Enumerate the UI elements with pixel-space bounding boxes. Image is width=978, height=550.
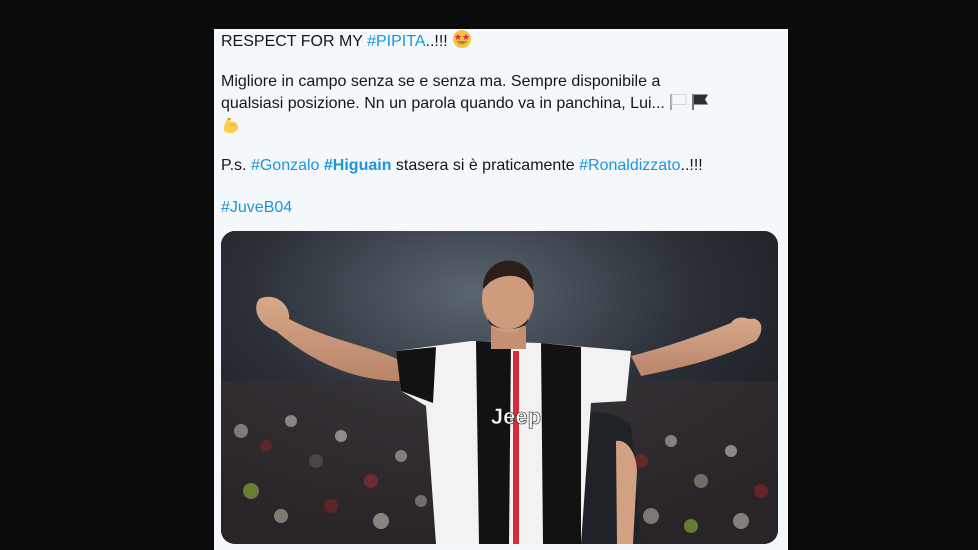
hashtag-pipita[interactable]: #PIPITA [367,33,425,50]
line1-prefix: RESPECT FOR MY [221,33,368,50]
tweet-line-2: Migliore in campo senza se e senza ma. S… [221,73,661,90]
tweet-line-4 [221,115,241,142]
hashtag-gonzalo[interactable]: #Gonzalo [251,157,320,174]
black-flag-icon [691,93,711,118]
star-struck-icon [452,29,472,56]
ps-prefix: P.s. [221,157,251,174]
hashtag-higuain[interactable]: #Higuain [324,157,392,174]
tweet-ps-line: P.s. #Gonzalo #Higuain stasera si è prat… [221,155,703,177]
tweet-photo[interactable]: Jeep [221,231,778,544]
tweet-line-1: RESPECT FOR MY #PIPITA..!!! [221,29,472,56]
player-celebration-photo: Jeep [221,231,778,544]
line1-suffix: ..!!! [425,33,453,50]
ps-suffix: ..!!! [680,157,703,174]
jersey-sponsor: Jeep [491,404,541,429]
white-flag-icon [669,93,689,118]
tweet-line-3: qualsiasi posizione. Nn un parola quando… [221,93,711,118]
hashtag-juveb04[interactable]: #JuveB04 [221,197,292,219]
hashtag-ronaldizzato[interactable]: #Ronaldizzato [579,157,680,174]
tweet-card: RESPECT FOR MY #PIPITA..!!! Migliore in … [214,29,788,550]
flexed-biceps-icon [221,115,241,142]
ps-middle: stasera si è praticamente [391,157,580,174]
line3-text: qualsiasi posizione. Nn un parola quando… [221,95,670,112]
